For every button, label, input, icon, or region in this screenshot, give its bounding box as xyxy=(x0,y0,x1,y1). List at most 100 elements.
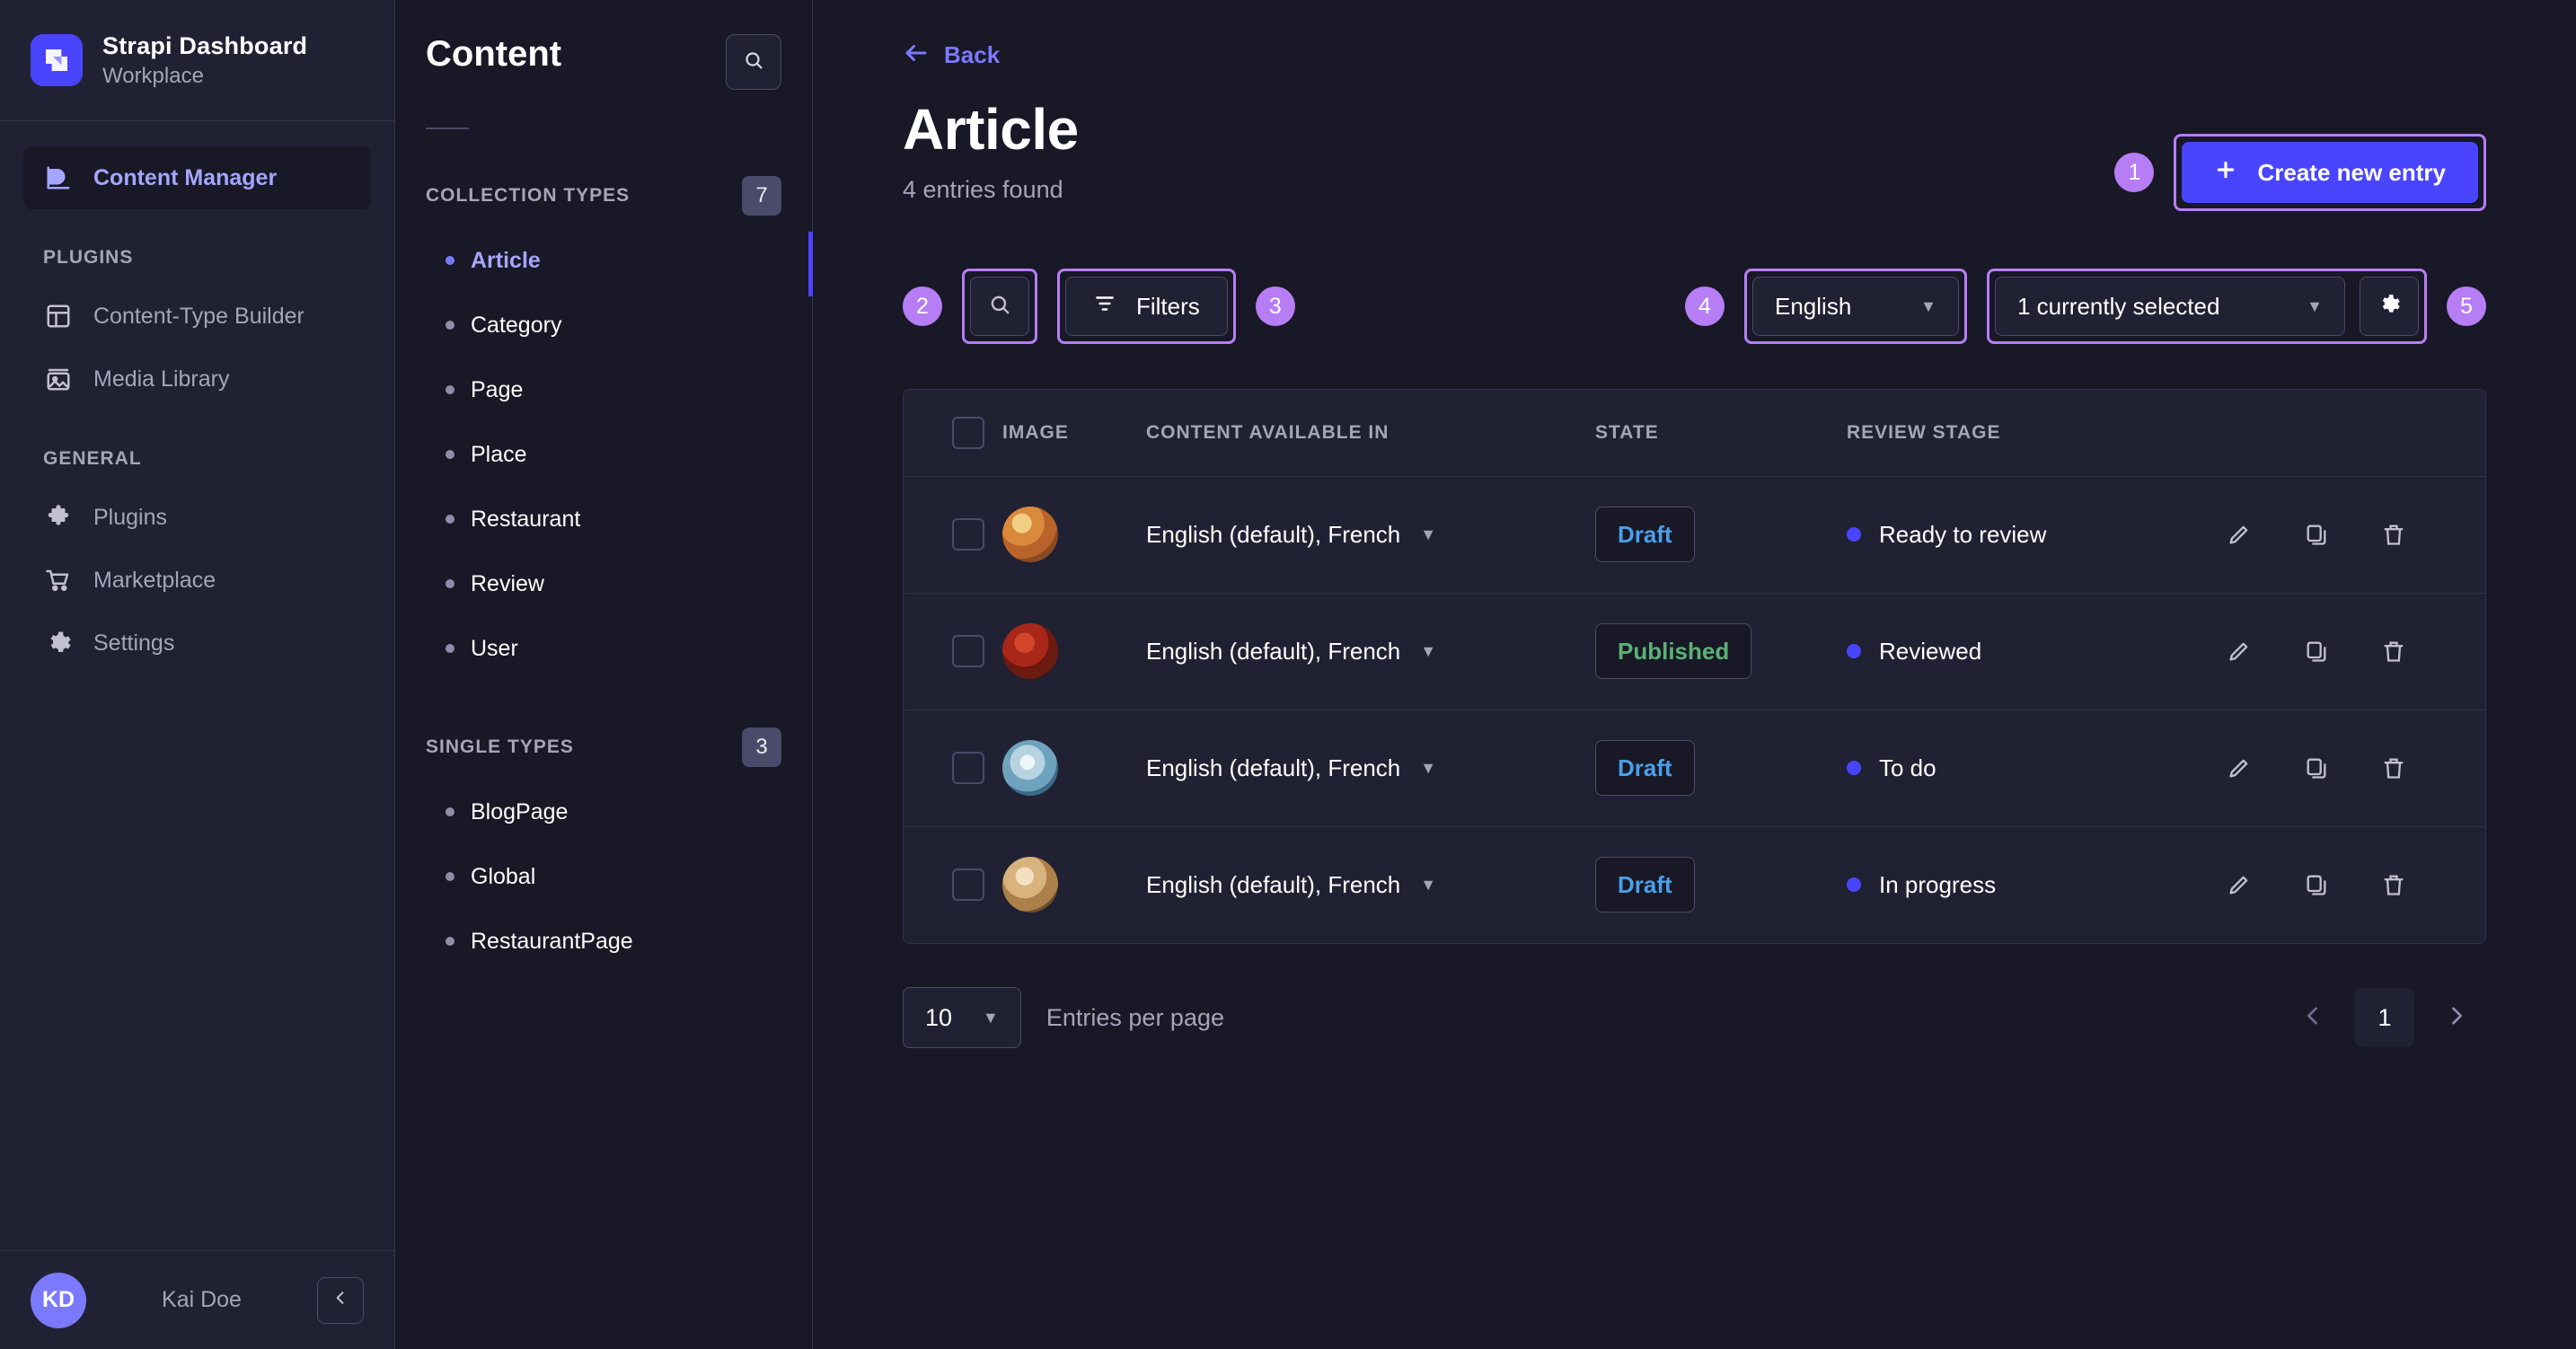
stew-thumbnail xyxy=(1002,623,1058,679)
collection-types-header: COLLECTION TYPES 7 xyxy=(426,176,781,216)
brand-header[interactable]: Strapi Dashboard Workplace xyxy=(0,0,394,121)
chevron-left-icon xyxy=(331,1289,349,1311)
table-row[interactable]: English (default), French ▼ Draft In pro… xyxy=(904,825,2485,943)
row-checkbox[interactable] xyxy=(952,868,984,902)
edit-pencil-icon[interactable] xyxy=(2224,869,2254,900)
previous-page-button[interactable] xyxy=(2283,988,2342,1047)
search-button[interactable] xyxy=(970,277,1029,336)
duplicate-icon[interactable] xyxy=(2301,636,2332,666)
edit-pencil-icon[interactable] xyxy=(2224,636,2254,666)
single-type-item-blogpage[interactable]: BlogPage xyxy=(426,780,781,844)
sidebar-item-label: Content Manager xyxy=(93,164,278,190)
step-badge-5: 5 xyxy=(2447,287,2486,326)
page-number-1[interactable]: 1 xyxy=(2355,988,2414,1047)
row-checkbox[interactable] xyxy=(952,635,984,667)
content-type-item-page[interactable]: Page xyxy=(426,357,781,422)
create-new-entry-button[interactable]: Create new entry xyxy=(2182,142,2478,203)
th-review-stage: REVIEW STAGE xyxy=(1847,421,2001,443)
chevron-left-icon xyxy=(2300,1003,2325,1033)
edit-pencil-icon[interactable] xyxy=(2224,753,2254,783)
per-page-group: 10 ▼ Entries per page xyxy=(903,987,1224,1048)
shopping-cart-icon xyxy=(43,565,74,595)
locales-dropdown[interactable]: English (default), French ▼ xyxy=(1146,521,1595,549)
panel-divider xyxy=(426,128,469,129)
sidebar-item-marketplace[interactable]: Marketplace xyxy=(23,549,371,612)
app-root: Strapi Dashboard Workplace Content Manag… xyxy=(0,0,2576,1349)
chevron-down-icon: ▼ xyxy=(1420,875,1437,894)
back-link[interactable]: Back xyxy=(903,0,2486,71)
th-state: STATE xyxy=(1595,421,1659,443)
duplicate-icon[interactable] xyxy=(2301,869,2332,900)
single-types-count: 3 xyxy=(742,727,781,767)
sidebar-item-label: Marketplace xyxy=(93,567,216,593)
delete-trash-icon[interactable] xyxy=(2378,753,2409,783)
content-type-item-restaurant[interactable]: Restaurant xyxy=(426,487,781,551)
delete-trash-icon[interactable] xyxy=(2378,869,2409,900)
single-type-item-restaurantpage[interactable]: RestaurantPage xyxy=(426,909,781,974)
chevron-right-icon xyxy=(2444,1003,2469,1033)
entries-per-page-select[interactable]: 10 ▼ xyxy=(903,987,1021,1048)
content-type-item-category[interactable]: Category xyxy=(426,293,781,357)
content-type-item-user[interactable]: User xyxy=(426,616,781,681)
filter-icon xyxy=(1093,292,1116,322)
row-checkbox[interactable] xyxy=(952,518,984,551)
sidebar-item-content-type-builder[interactable]: Content-Type Builder xyxy=(23,285,371,348)
status-badge: Draft xyxy=(1595,740,1695,796)
bullet-icon xyxy=(446,515,454,524)
sidebar-item-content-manager[interactable]: Content Manager xyxy=(23,146,371,209)
main-content: Back Article 4 entries found 1 Create ne… xyxy=(813,0,2576,1349)
locale-select[interactable]: English ▼ xyxy=(1752,277,1959,336)
sidebar-item-label: Content-Type Builder xyxy=(93,303,304,329)
select-all-checkbox[interactable] xyxy=(952,416,984,449)
sidebar-item-settings[interactable]: Settings xyxy=(23,612,371,674)
single-type-item-global[interactable]: Global xyxy=(426,844,781,909)
review-stage-label: To do xyxy=(1879,754,1936,781)
row-review-cell: In progress xyxy=(1847,825,2224,943)
delete-trash-icon[interactable] xyxy=(2378,519,2409,550)
sidebar-item-plugins[interactable]: Plugins xyxy=(23,486,371,549)
table-settings-button[interactable] xyxy=(2360,277,2419,336)
content-search-button[interactable] xyxy=(726,34,781,90)
collection-types-title: COLLECTION TYPES xyxy=(426,185,631,206)
list-item-label: RestaurantPage xyxy=(471,928,633,954)
table-row[interactable]: English (default), French ▼ Draft Ready … xyxy=(904,475,2485,593)
table-row[interactable]: English (default), French ▼ Published Re… xyxy=(904,592,2485,710)
single-types-header: SINGLE TYPES 3 xyxy=(426,727,781,767)
status-badge: Draft xyxy=(1595,857,1695,913)
bullet-icon xyxy=(446,644,454,653)
row-state-cell: Draft xyxy=(1595,825,1847,943)
collapse-sidebar-button[interactable] xyxy=(317,1276,364,1324)
gear-icon xyxy=(2378,293,2401,321)
row-locales-cell: English (default), French ▼ xyxy=(1146,592,1595,710)
delete-trash-icon[interactable] xyxy=(2378,636,2409,666)
bullet-icon xyxy=(446,450,454,459)
content-type-item-article[interactable]: Article xyxy=(426,228,781,293)
table-head: IMAGE CONTENT AVAILABLE IN STATE REVIEW … xyxy=(904,390,2485,476)
locales-dropdown[interactable]: English (default), French ▼ xyxy=(1146,638,1595,666)
list-item-label: Review xyxy=(471,570,544,596)
duplicate-icon[interactable] xyxy=(2301,519,2332,550)
fields-select[interactable]: 1 currently selected ▼ xyxy=(1995,277,2345,336)
row-actions xyxy=(2224,519,2485,550)
content-type-item-place[interactable]: Place xyxy=(426,422,781,487)
avatar[interactable]: KD xyxy=(31,1272,86,1328)
row-select-cell xyxy=(904,709,1002,826)
locale-select-value: English xyxy=(1775,292,1852,320)
page-title: Article xyxy=(903,97,1079,162)
edit-pencil-icon[interactable] xyxy=(2224,519,2254,550)
row-state-cell: Draft xyxy=(1595,709,1847,826)
content-type-item-review[interactable]: Review xyxy=(426,551,781,616)
review-stage: Reviewed xyxy=(1847,638,2224,666)
next-page-button[interactable] xyxy=(2427,988,2486,1047)
locales-dropdown[interactable]: English (default), French ▼ xyxy=(1146,754,1595,782)
table-row[interactable]: English (default), French ▼ Draft To do xyxy=(904,709,2485,826)
review-stage: Ready to review xyxy=(1847,521,2224,549)
duplicate-icon[interactable] xyxy=(2301,753,2332,783)
locales-dropdown[interactable]: English (default), French ▼ xyxy=(1146,871,1595,899)
th-select-all xyxy=(904,390,1002,476)
row-checkbox[interactable] xyxy=(952,752,984,784)
row-image-cell xyxy=(1002,592,1146,710)
th-image: IMAGE xyxy=(1002,421,1069,443)
sidebar-item-media-library[interactable]: Media Library xyxy=(23,348,371,410)
filters-button[interactable]: Filters xyxy=(1065,277,1228,336)
